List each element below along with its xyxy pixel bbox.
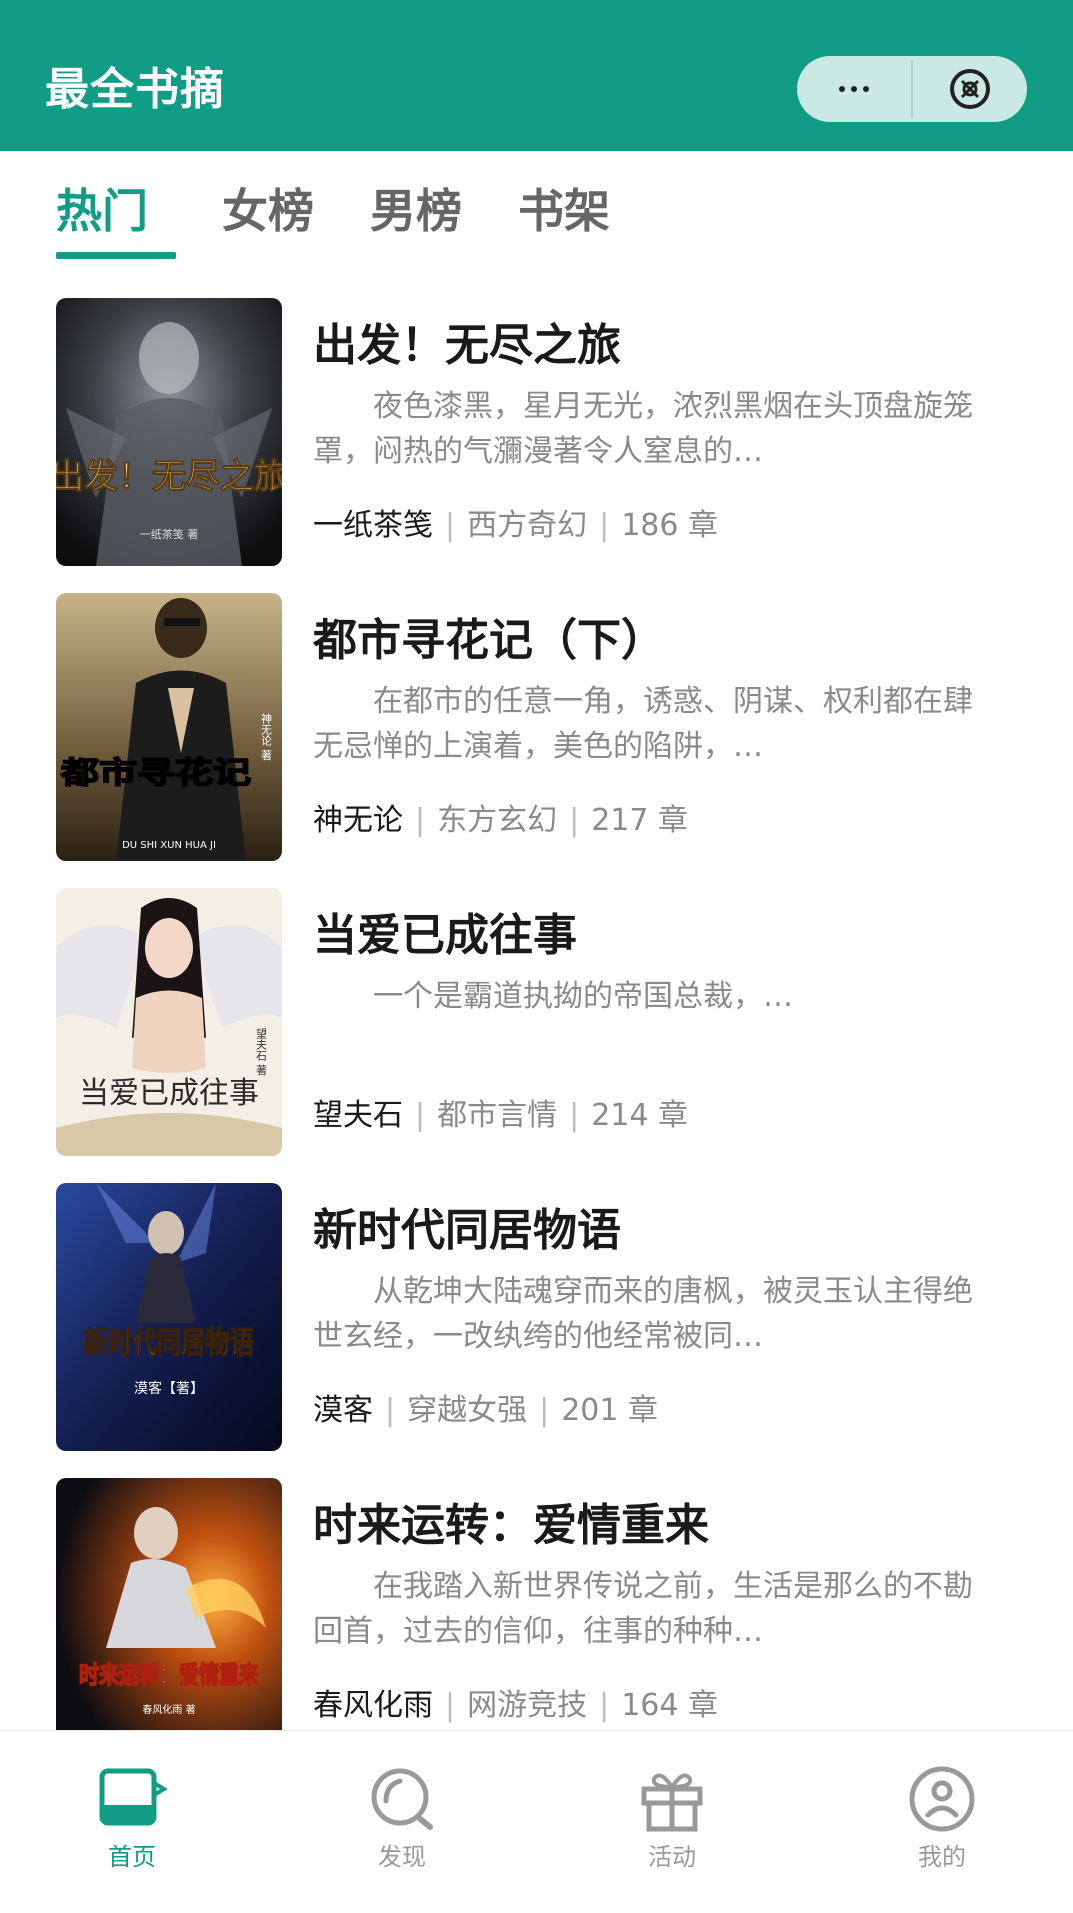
book-description: 在都市的任意一角，诱惑、阴谋、权利都在肆无忌惮的上演着，美色的陷阱，… [313,684,973,764]
book-title[interactable]: 出发！无尽之旅 [313,318,621,374]
meta-divider: | [445,508,456,543]
meta-divider: | [569,803,580,838]
book-chapters: 201 章 [561,1393,659,1428]
book-author: 神无论 [313,803,403,838]
book-cover[interactable]: 出发！无尽之旅 一纸茶笺 著 [56,298,282,566]
book-item[interactable]: 当爱已成往事 望夫石 著 当爱已成往事 一个是霸道执拗的帝国总裁，… 望夫石 | 都… [0,888,1073,1156]
book-chapters: 186 章 [621,508,719,543]
book-chapters: 214 章 [591,1098,689,1133]
cover-title: 当爱已成往事 [79,1076,259,1111]
book-meta: 神无论 | 东方玄幻 | 217 章 [313,801,688,841]
cover-author: 望夫石 著 [255,1028,268,1076]
more-button[interactable] [797,56,911,122]
book-meta: 春风化雨 | 网游竞技 | 164 章 [313,1686,718,1726]
book-item[interactable]: 时来运转：爱情重来 春风化雨 著 时来运转：爱情重来 在我踏入新世界传说之前，生… [0,1478,1073,1746]
cover-author: 春风化雨 著 [142,1703,195,1716]
book-description: 一个是霸道执拗的帝国总裁，… [373,979,793,1014]
meta-divider: | [599,508,610,543]
cover-title: 时来运转：爱情重来 [79,1661,260,1689]
cover-author: 漠客【著】 [134,1380,204,1397]
meta-divider: | [539,1393,550,1428]
close-circle-icon [950,69,990,109]
nav-label: 活动 [648,1843,696,1871]
mini-program-capsule [797,56,1027,122]
meta-divider: | [415,803,426,838]
book-category: 东方玄幻 [437,803,558,838]
nav-label: 首页 [108,1843,156,1871]
book-meta: 漠客 | 穿越女强 | 201 章 [313,1391,658,1431]
book-author: 漠客 [313,1393,373,1428]
nav-label: 我的 [918,1843,966,1871]
book-cover[interactable]: 都市寻花记 DU SHI XUN HUA JI 神无论 著 [56,593,282,861]
book-chapters: 164 章 [621,1688,719,1723]
book-title[interactable]: 都市寻花记（下） [313,613,665,669]
book-title[interactable]: 当爱已成往事 [313,908,577,964]
book-item[interactable]: 新时代同居物语 漠客【著】 新时代同居物语 从乾坤大陆魂穿而来的唐枫，被灵玉认主… [0,1183,1073,1451]
profile-icon [909,1766,975,1832]
book-cover[interactable]: 时来运转：爱情重来 春风化雨 著 [56,1478,282,1746]
nav-home[interactable]: 首页 [67,1765,197,1872]
cover-author: 神无论 著 [260,712,273,761]
book-category: 西方奇幻 [467,508,588,543]
book-cover[interactable]: 新时代同居物语 漠客【著】 [56,1183,282,1451]
meta-divider: | [415,1098,426,1133]
more-dots-icon [839,86,869,92]
tab-female[interactable]: 女榜 [222,181,314,241]
meta-divider: | [569,1098,580,1133]
book-author: 一纸茶笺 [313,508,433,543]
book-meta: 一纸茶笺 | 西方奇幻 | 186 章 [313,506,718,546]
cover-title: 都市寻花记 [60,756,251,791]
category-tabs: 热门 女榜 男榜 书架 [0,151,1073,261]
meta-divider: | [385,1393,396,1428]
book-category: 网游竞技 [467,1688,588,1723]
book-title[interactable]: 时来运转：爱情重来 [313,1498,709,1554]
app-title: 最全书摘 [45,64,225,115]
nav-mine[interactable]: 我的 [877,1765,1007,1872]
tab-active-indicator [56,252,176,259]
book-icon [99,1768,168,1826]
bottom-nav: 首页 发现 活动 我的 [0,1730,1073,1913]
meta-divider: | [445,1688,456,1723]
book-description: 在我踏入新世界传说之前，生活是那么的不勘回首，过去的信仰，往事的种种… [313,1569,973,1649]
cover-author: 一纸茶笺 著 [140,527,199,541]
nav-discover[interactable]: 发现 [337,1765,467,1872]
book-description: 夜色漆黑，星月无光，浓烈黑烟在头顶盘旋笼罩，闷热的气瀰漫著令人窒息的… [313,389,973,469]
tab-male[interactable]: 男榜 [370,181,462,241]
cover-title: 新时代同居物语 [84,1326,254,1361]
tab-hot[interactable]: 热门 [56,181,148,241]
gift-icon [641,1773,703,1832]
book-item[interactable]: 都市寻花记 DU SHI XUN HUA JI 神无论 著 都市寻花记（下） 在… [0,593,1073,861]
book-author: 望夫石 [313,1098,403,1133]
book-chapters: 217 章 [591,803,689,838]
cover-title: 出发！无尽之旅 [56,457,282,497]
book-item[interactable]: 出发！无尽之旅 一纸茶笺 著 出发！无尽之旅 夜色漆黑，星月无光，浓烈黑烟在头顶… [0,298,1073,566]
book-category: 都市言情 [437,1098,558,1133]
cover-subtitle: DU SHI XUN HUA JI [122,840,216,851]
book-category: 穿越女强 [407,1393,528,1428]
tab-bookshelf[interactable]: 书架 [518,181,610,241]
book-description: 从乾坤大陆魂穿而来的唐枫，被灵玉认主得绝世玄经，一改纨绔的他经常被同… [313,1274,973,1354]
book-meta: 望夫石 | 都市言情 | 214 章 [313,1096,688,1136]
close-button[interactable] [913,56,1027,122]
book-cover[interactable]: 当爱已成往事 望夫石 著 [56,888,282,1156]
app-header: 最全书摘 [0,0,1073,151]
book-title[interactable]: 新时代同居物语 [313,1203,621,1259]
nav-label: 发现 [378,1843,426,1871]
book-author: 春风化雨 [313,1688,433,1723]
discover-icon [371,1768,433,1830]
nav-activity[interactable]: 活动 [607,1765,737,1872]
meta-divider: | [599,1688,610,1723]
